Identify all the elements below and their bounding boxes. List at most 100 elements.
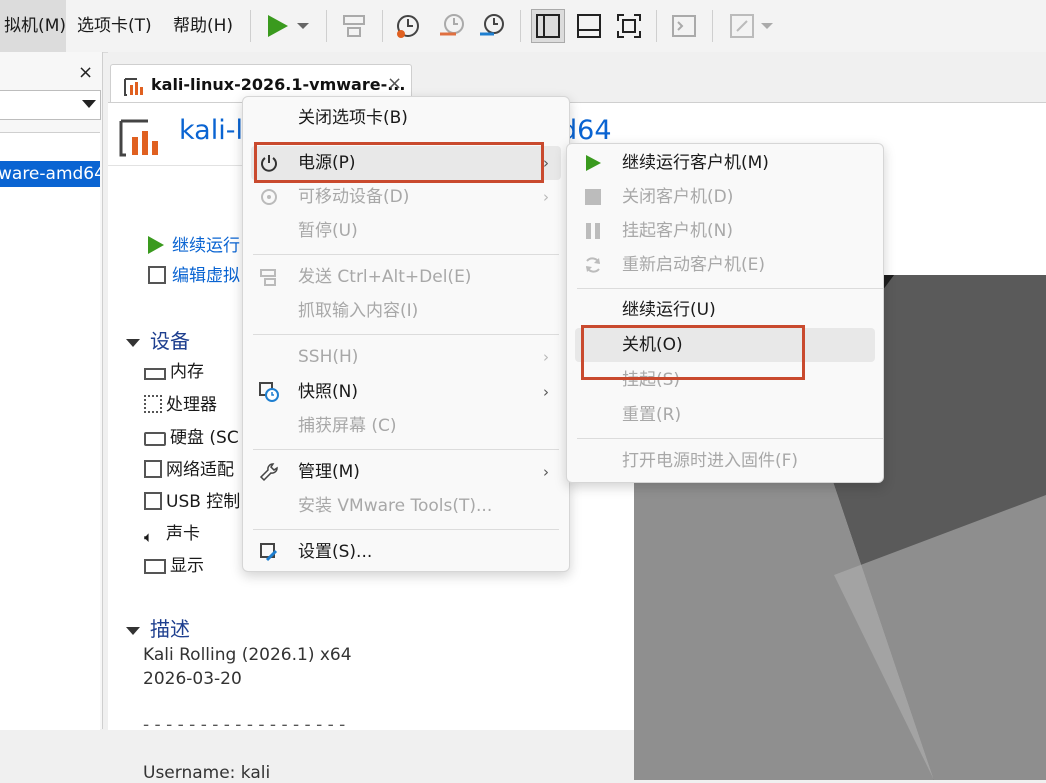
menu-item-removable-devices: 可移动设备(D) › [251,180,561,214]
device-harddisk[interactable]: 硬盘 (SC [144,423,239,448]
menu-item-label: 快照(N) [298,382,358,402]
toolbar-separator [520,10,521,42]
play-dropdown-icon[interactable] [294,10,312,42]
pause-icon [586,223,600,239]
device-sound[interactable]: 🔈︎ 声卡 [144,519,200,546]
edit-label: 编辑虚拟 [172,266,240,286]
sidebar-view-icon[interactable] [531,9,565,43]
menu-item-snapshot[interactable]: 快照(N) › [251,375,561,409]
snapshot-manager-icon[interactable] [476,10,508,42]
toolbar-separator [250,10,251,42]
submenu-arrow-icon: › [543,348,549,366]
device-display[interactable]: 显示 [144,551,204,576]
device-network[interactable]: 网络适配 [144,455,234,480]
device-label: 声卡 [166,524,200,544]
menu-item-pause: 暂停(U) [251,214,561,248]
description-section-header[interactable]: 描述 [126,613,190,642]
menu-item-capture-screen: 捕获屏幕 (C) [251,409,561,443]
chevron-down-icon[interactable] [82,100,96,108]
toolbar-separator [326,10,327,42]
power-on-label: 继续运行 [172,236,240,256]
tab-label: kali-linux-2026.1-vmware-... [151,75,406,94]
menu-item-label: 暂停(U) [298,221,358,241]
snapshot-revert-icon[interactable] [436,10,468,42]
menu-item-manage[interactable]: 管理(M) › [251,455,561,489]
description-line: Kali Rolling (2026.1) x64 [143,645,352,665]
console-view-icon[interactable] [573,10,605,42]
disc-icon [261,189,277,205]
menu-item-resume[interactable]: 继续运行(U) [575,293,875,327]
menu-item-ssh: SSH(H) › [251,340,561,374]
menu-separator [253,334,559,335]
menu-item-label: 重置(R) [622,405,682,425]
menu-separator [577,288,883,289]
menu-item-label: 关闭选项卡(B) [298,108,408,128]
menu-separator [253,449,559,450]
menu-item-label: 设置(S)... [298,542,373,562]
settings-icon [260,543,278,562]
power-submenu: 继续运行客户机(M) 关闭客户机(D) 挂起客户机(N) 重新启动客户机(E) … [566,143,884,483]
menu-item-label: 发送 Ctrl+Alt+Del(E) [298,267,472,287]
toolbar-separator [712,10,713,42]
vm-title: kali-l [179,115,243,146]
menu-item-label: 打开电源时进入固件(F) [622,451,799,471]
device-label: 显示 [170,556,204,576]
menu-item-label: 抓取输入内容(I) [298,301,419,321]
menu-item-reset: 重置(R) [575,398,875,432]
restart-icon [586,257,600,273]
snapshot-take-icon[interactable] [392,10,424,42]
cpu-icon [144,395,162,413]
devices-header-label: 设备 [150,329,190,353]
device-label: USB 控制 [166,492,241,512]
menu-separator [253,529,559,530]
menu-item-grab-input: 抓取输入内容(I) [251,294,561,328]
menu-item-power-on-firmware: 打开电源时进入固件(F) [575,444,875,478]
harddisk-icon [144,432,166,446]
device-usb[interactable]: USB 控制 [144,487,240,512]
toolbar-separator [382,10,383,42]
menu-vm[interactable]: 拟机(M) [0,0,66,52]
stop-icon [585,189,601,205]
menu-item-label: 继续运行(U) [622,300,716,320]
edit-icon [148,266,166,284]
library-panel: × ware-amd64 [0,52,103,730]
device-label: 处理器 [166,395,217,415]
edit-settings-link[interactable]: 编辑虚拟 [148,261,240,286]
terminal-icon [668,10,700,42]
menu-separator [253,254,559,255]
keyboard-icon [260,269,276,286]
library-item-selected[interactable]: ware-amd64 [0,161,100,187]
menu-tabs[interactable]: 选项卡(T) [77,0,152,52]
submenu-arrow-icon: › [543,383,549,401]
tab-close-button[interactable]: × [387,73,402,94]
stretch-icon [726,10,758,42]
network-icon [144,460,162,478]
library-tree: ware-amd64 [0,132,100,730]
submenu-arrow-icon: › [543,188,549,206]
power-on-link[interactable]: 继续运行 [148,231,240,256]
menu-item-label: 安装 VMware Tools(T)... [298,496,493,516]
memory-icon [144,368,166,380]
wrench-icon [259,463,278,482]
device-label: 内存 [170,362,204,382]
menu-item-settings[interactable]: 设置(S)... [251,535,561,569]
description-line: 2026-03-20 [143,669,242,689]
menu-item-label: 重新启动客户机(E) [622,255,766,275]
devices-section-header[interactable]: 设备 [126,325,190,354]
menu-help[interactable]: 帮助(H) [173,0,233,52]
device-label: 硬盘 (SC [170,428,239,448]
device-processor[interactable]: 处理器 [144,390,217,415]
send-keys-icon [338,10,370,42]
device-memory[interactable]: 内存 [144,357,204,382]
menu-item-shutdown-guest: 关闭客户机(D) [575,180,875,214]
menu-item-label: 关闭客户机(D) [622,187,734,207]
menu-separator [577,438,883,439]
description-line: - - - - - - - - - - - - - - - - - - [143,715,346,735]
fullscreen-icon[interactable] [613,10,645,42]
menu-item-close-tab[interactable]: 关闭选项卡(B) [251,101,561,135]
menu-item-resume-guest[interactable]: 继续运行客户机(M) [575,146,875,180]
menu-item-install-tools: 安装 VMware Tools(T)... [251,489,561,523]
highlight-box-power-off [581,325,805,380]
play-icon[interactable] [262,10,294,42]
library-close-button[interactable]: × [78,62,93,83]
